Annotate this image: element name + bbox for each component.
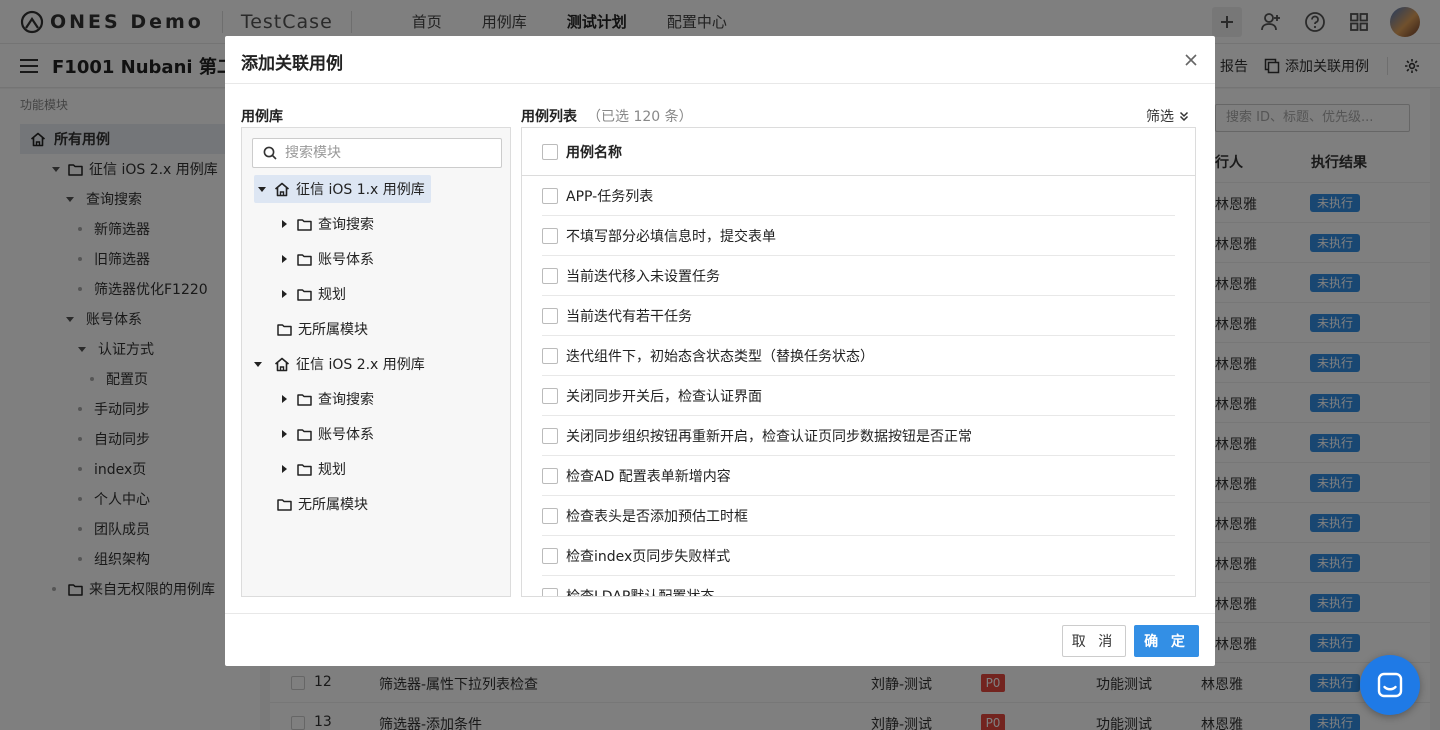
case-list-label: 用例列表 bbox=[521, 109, 577, 125]
tree-module-node[interactable]: 无所属模块 bbox=[277, 315, 368, 343]
case-checkbox[interactable] bbox=[542, 467, 558, 484]
close-icon[interactable] bbox=[1179, 48, 1203, 72]
home-icon bbox=[274, 357, 290, 371]
case-name: 检查表头是否添加预估工时框 bbox=[566, 508, 748, 525]
collapse-caret-icon[interactable] bbox=[254, 361, 262, 367]
add-linked-case-modal: 添加关联用例 用例库 征信 iOS 1.x 用例库查询搜索账号体系规划无所属模块… bbox=[225, 36, 1215, 666]
tree-library-node[interactable]: 征信 iOS 1.x 用例库 bbox=[254, 175, 431, 203]
tree-module-node[interactable]: 账号体系 bbox=[282, 420, 374, 448]
case-checkbox[interactable] bbox=[542, 227, 558, 244]
tree-node-label: 账号体系 bbox=[318, 252, 374, 268]
modal-title: 添加关联用例 bbox=[241, 54, 343, 74]
case-name: 不填写部分必填信息时，提交表单 bbox=[566, 228, 776, 245]
case-list-item[interactable]: 当前迭代移入未设置任务 bbox=[542, 256, 1175, 296]
case-list-item[interactable]: 检查AD 配置表单新增内容 bbox=[542, 456, 1175, 496]
expand-caret-icon[interactable] bbox=[282, 220, 287, 228]
search-icon bbox=[263, 146, 277, 160]
tree-node-label: 征信 iOS 2.x 用例库 bbox=[296, 357, 425, 373]
tree-module-node[interactable]: 查询搜索 bbox=[282, 385, 374, 413]
chat-icon bbox=[1377, 672, 1403, 698]
case-name: 迭代组件下，初始态含状态类型（替换任务状态） bbox=[566, 348, 874, 365]
expand-caret-icon[interactable] bbox=[282, 290, 287, 298]
folder-icon bbox=[297, 288, 312, 301]
case-checkbox[interactable] bbox=[542, 267, 558, 284]
library-section-label: 用例库 bbox=[241, 109, 283, 125]
expand-caret-icon[interactable] bbox=[282, 255, 287, 263]
tree-module-node[interactable]: 规划 bbox=[282, 280, 346, 308]
folder-icon bbox=[277, 323, 292, 336]
tree-node-label: 无所属模块 bbox=[298, 322, 368, 338]
module-search-input[interactable] bbox=[285, 145, 485, 161]
column-case-name: 用例名称 bbox=[566, 144, 622, 161]
case-checkbox[interactable] bbox=[542, 187, 558, 204]
folder-icon bbox=[297, 393, 312, 406]
chevron-double-down-icon bbox=[1179, 111, 1189, 121]
collapse-caret-icon[interactable] bbox=[258, 186, 266, 192]
case-name: 检查LDAP默认配置状态 bbox=[566, 588, 715, 597]
case-checkbox[interactable] bbox=[542, 427, 558, 444]
confirm-button[interactable]: 确 定 bbox=[1134, 625, 1199, 657]
tree-module-node[interactable]: 无所属模块 bbox=[277, 490, 368, 518]
home-icon bbox=[274, 182, 290, 196]
case-list-header: 用例名称 bbox=[522, 128, 1195, 176]
case-list-item[interactable]: 关闭同步组织按钮再重新开启，检查认证页同步数据按钮是否正常 bbox=[542, 416, 1175, 456]
case-checkbox[interactable] bbox=[542, 507, 558, 524]
tree-node-label: 查询搜索 bbox=[318, 217, 374, 233]
case-name: 当前迭代移入未设置任务 bbox=[566, 268, 720, 285]
cancel-button[interactable]: 取 消 bbox=[1062, 625, 1126, 657]
case-checkbox[interactable] bbox=[542, 307, 558, 324]
case-list-item[interactable]: APP-任务列表 bbox=[542, 176, 1175, 216]
modal-footer: 取 消 确 定 bbox=[225, 613, 1215, 666]
modal-header: 添加关联用例 bbox=[225, 36, 1215, 84]
tree-node-label: 查询搜索 bbox=[318, 392, 374, 408]
tree-module-node[interactable]: 账号体系 bbox=[282, 245, 374, 273]
case-name: APP-任务列表 bbox=[566, 188, 654, 205]
case-list-item[interactable]: 当前迭代有若干任务 bbox=[542, 296, 1175, 336]
tree-node-label: 账号体系 bbox=[318, 427, 374, 443]
selected-count: （已选 120 条） bbox=[587, 109, 693, 125]
case-name: 检查AD 配置表单新增内容 bbox=[566, 468, 731, 485]
case-list-panel: 用例名称 APP-任务列表不填写部分必填信息时，提交表单 当前迭代移入未设置任务当… bbox=[521, 127, 1196, 597]
filter-label: 筛选 bbox=[1146, 109, 1174, 125]
tree-node-label: 无所属模块 bbox=[298, 497, 368, 513]
folder-icon bbox=[297, 218, 312, 231]
case-list-item[interactable]: 迭代组件下，初始态含状态类型（替换任务状态） bbox=[542, 336, 1175, 376]
case-checkbox[interactable] bbox=[542, 347, 558, 364]
tree-library-node[interactable]: 征信 iOS 2.x 用例库 bbox=[254, 350, 425, 378]
tree-node-label: 规划 bbox=[318, 462, 346, 478]
tree-module-node[interactable]: 规划 bbox=[282, 455, 346, 483]
case-name: 关闭同步开关后，检查认证界面 bbox=[566, 388, 762, 405]
tree-module-node[interactable]: 查询搜索 bbox=[282, 210, 374, 238]
support-chat-button[interactable] bbox=[1360, 655, 1420, 715]
folder-icon bbox=[297, 428, 312, 441]
tree-node-label: 规划 bbox=[318, 287, 346, 303]
case-list-item[interactable]: 检查LDAP默认配置状态 bbox=[542, 576, 1175, 597]
expand-caret-icon[interactable] bbox=[282, 395, 287, 403]
case-list-item[interactable]: 关闭同步开关后，检查认证界面 bbox=[542, 376, 1175, 416]
case-name: 当前迭代有若干任务 bbox=[566, 308, 692, 325]
case-checkbox[interactable] bbox=[542, 587, 558, 596]
select-all-checkbox[interactable] bbox=[542, 143, 558, 160]
tree-node-label: 征信 iOS 1.x 用例库 bbox=[296, 182, 425, 198]
expand-caret-icon[interactable] bbox=[282, 465, 287, 473]
module-search-box[interactable] bbox=[252, 138, 502, 168]
case-checkbox[interactable] bbox=[542, 387, 558, 404]
library-tree-panel: 征信 iOS 1.x 用例库查询搜索账号体系规划无所属模块征信 iOS 2.x … bbox=[241, 127, 511, 597]
case-name: 检查index页同步失败样式 bbox=[566, 548, 731, 565]
folder-icon bbox=[297, 253, 312, 266]
case-list-item[interactable]: 检查表头是否添加预估工时框 bbox=[542, 496, 1175, 536]
case-list-item[interactable]: 不填写部分必填信息时，提交表单 bbox=[542, 216, 1175, 256]
case-name: 关闭同步组织按钮再重新开启，检查认证页同步数据按钮是否正常 bbox=[566, 428, 972, 445]
folder-icon bbox=[297, 463, 312, 476]
case-list-item[interactable]: 检查index页同步失败样式 bbox=[542, 536, 1175, 576]
filter-button[interactable]: 筛选 bbox=[1146, 106, 1189, 126]
expand-caret-icon[interactable] bbox=[282, 430, 287, 438]
folder-icon bbox=[277, 498, 292, 511]
case-checkbox[interactable] bbox=[542, 547, 558, 564]
